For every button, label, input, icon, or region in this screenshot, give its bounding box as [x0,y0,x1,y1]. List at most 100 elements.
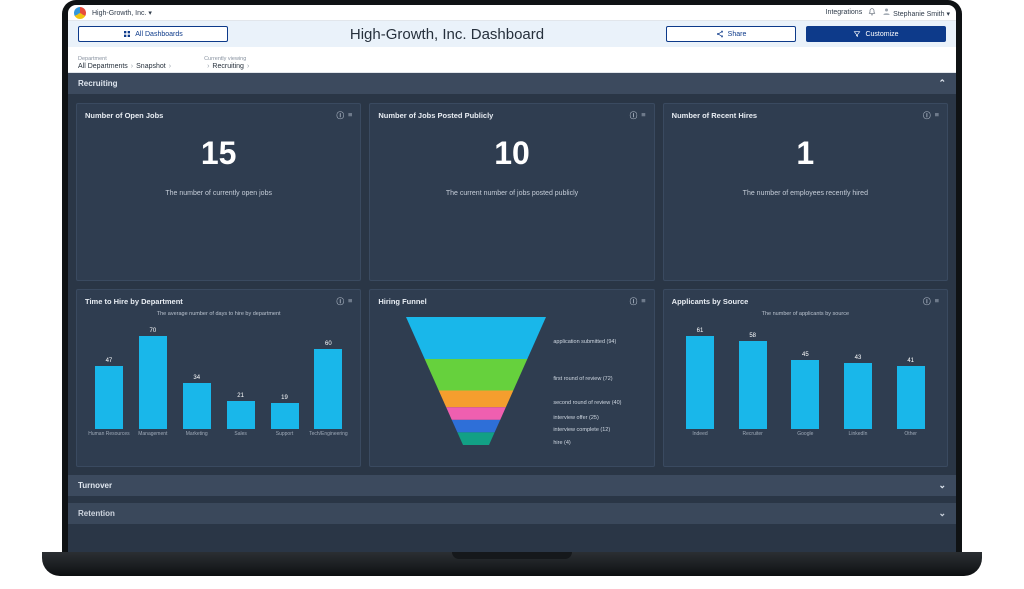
customize-label: Customize [865,31,898,38]
menu-icon[interactable]: ≡ [935,110,939,121]
bar [227,401,255,429]
funnel-band [458,432,495,445]
info-icon[interactable]: ⓘ [630,110,638,121]
bar-value: 19 [281,395,288,401]
card-posted-publicly: Number of Jobs Posted Publicly ⓘ ≡ 10 Th… [369,103,654,281]
card-hiring-funnel: Hiring Funnel ⓘ ≡ application submitted … [369,289,654,467]
funnel-band [425,359,528,390]
bar-group: 47Human Resources [87,358,131,437]
info-icon[interactable]: ⓘ [336,296,344,307]
crumb-snapshot: Snapshot [136,63,166,70]
share-icon [716,30,724,38]
bar-group: 34 Marketing [175,375,219,437]
crumb-value: All Departments [78,63,128,70]
funnel-chart: application submitted (94)first round of… [378,307,645,449]
share-button[interactable]: Share [666,26,796,42]
bar [844,363,872,428]
menu-icon[interactable]: ≡ [348,110,352,121]
dashboard-title: High-Growth, Inc. Dashboard [238,26,656,43]
funnel-label: interview offer (25) [553,415,598,421]
chevron-right-icon: › [207,63,209,70]
card-title: Number of Recent Hires [672,111,757,120]
chevron-down-icon: ⌄ [938,480,946,491]
chevron-right-icon: › [169,63,171,70]
bar-value: 60 [325,341,332,347]
metric-value: 1 [796,135,814,172]
bar-value: 45 [802,352,809,358]
funnel-label: hire (4) [553,440,570,446]
bar-group: 21 Sales [219,393,263,437]
bar-value: 34 [193,375,200,381]
bar [271,403,299,428]
menu-icon[interactable]: ≡ [641,110,645,121]
bar-value: 21 [237,393,244,399]
bar-group: 70Management [131,328,175,437]
metric-subtitle: The number of employees recently hired [743,190,868,197]
crumb-label: Department [78,56,174,62]
app-screen: High-Growth, Inc. ▾ Integrations Stephan… [68,5,956,552]
bar-value: 41 [907,358,914,364]
bar-value: 58 [749,333,756,339]
crumb-currently[interactable]: Currently viewing › Recruiting › [204,56,252,70]
chart-title: The average number of days to hire by de… [85,311,352,317]
info-icon[interactable]: ⓘ [923,110,931,121]
laptop-frame: High-Growth, Inc. ▾ Integrations Stephan… [62,0,962,552]
bar-value: 70 [149,328,156,334]
chart-title: The number of applicants by source [672,311,939,317]
section-turnover[interactable]: Turnover ⌄ [68,475,956,497]
chevron-down-icon: ▾ [946,11,950,18]
bar-value: 61 [697,328,704,334]
menu-icon[interactable]: ≡ [641,296,645,307]
company-selector[interactable]: High-Growth, Inc. ▾ [92,9,152,17]
bar-group: 45 Google [779,352,832,437]
user-menu[interactable]: Stephanie Smith ▾ [882,7,950,18]
bar [739,341,767,429]
funnel-band [406,317,546,359]
bar-label: Marketing [186,432,208,438]
menu-icon[interactable]: ≡ [935,296,939,307]
grid-icon [123,30,131,38]
funnel-band [447,407,507,420]
menu-icon[interactable]: ≡ [348,296,352,307]
user-icon [882,7,891,16]
section-title: Retention [78,509,115,518]
user-name: Stephanie Smith [893,11,944,18]
metric-value: 10 [494,135,530,172]
card-title: Number of Jobs Posted Publicly [378,111,493,120]
funnel-label: second round of review (40) [553,400,621,406]
laptop-notch [452,552,572,559]
metric-subtitle: The current number of jobs posted public… [446,190,578,197]
info-icon[interactable]: ⓘ [923,296,931,307]
crumb-department[interactable]: Department All Departments › Snapshot › [78,56,174,70]
section-recruiting[interactable]: Recruiting ⌃ [68,73,956,95]
bar [897,366,925,428]
customize-button[interactable]: Customize [806,26,946,42]
info-icon[interactable]: ⓘ [336,110,344,121]
bar-chart: 47Human Resources70Management 34 Marketing… [85,319,352,437]
card-title: Number of Open Jobs [85,111,163,120]
section-retention[interactable]: Retention ⌄ [68,503,956,525]
breadcrumb: Department All Departments › Snapshot › … [68,47,956,73]
app-logo-icon [74,7,86,19]
section-title: Turnover [78,481,112,490]
bar [314,349,342,429]
card-title: Time to Hire by Department [85,297,183,306]
bar-group: 19Support [263,395,307,437]
company-name: High-Growth, Inc. [92,10,146,17]
bar-label: Google [797,432,813,438]
info-icon[interactable]: ⓘ [630,296,638,307]
bar-value: 43 [855,355,862,361]
integrations-link[interactable]: Integrations [826,9,863,16]
chevron-right-icon: › [131,63,133,70]
funnel-band [452,420,500,433]
bar [95,366,123,428]
bar [183,383,211,428]
bar-label: Human Resources [88,432,129,438]
bar-label: Sales [234,432,247,438]
all-dashboards-button[interactable]: All Dashboards [78,26,228,42]
chevron-down-icon: ▾ [148,10,152,17]
bell-icon[interactable] [868,8,876,18]
card-title: Applicants by Source [672,297,749,306]
funnel-label: first round of review (72) [553,376,612,382]
crumb-value: Recruiting [212,63,244,70]
